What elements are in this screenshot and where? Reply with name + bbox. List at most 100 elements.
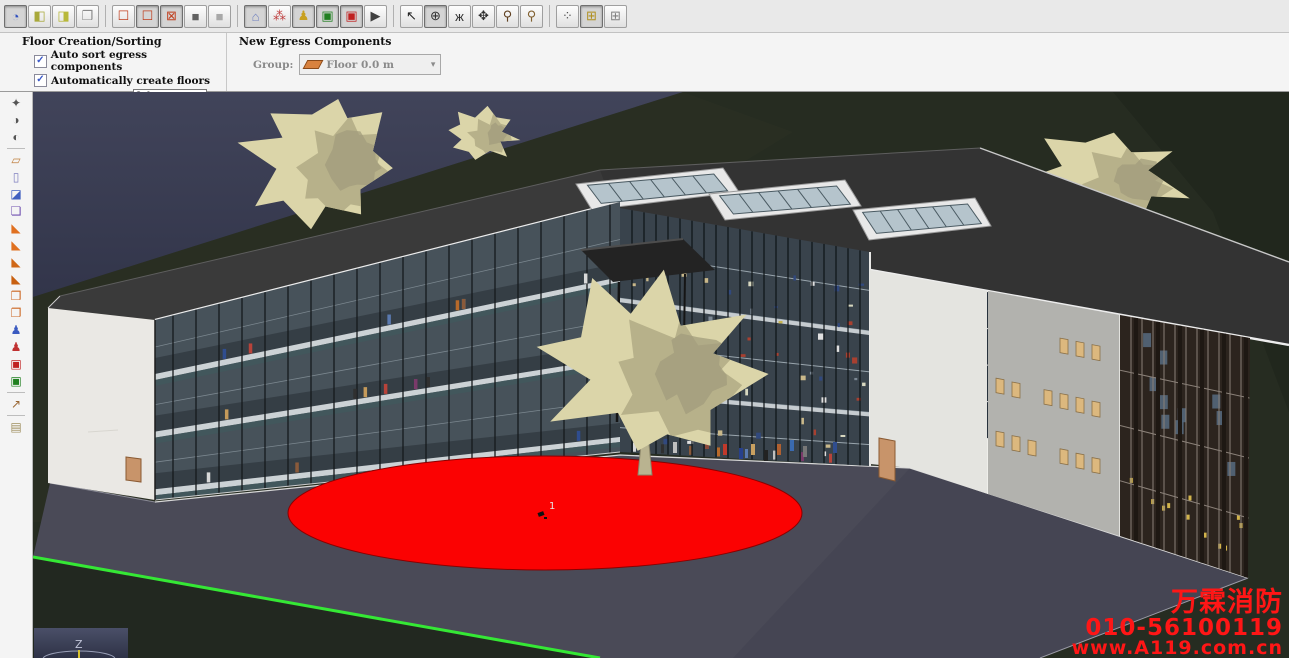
cube-front-view-button[interactable]: ◨ xyxy=(52,5,75,28)
move-points-button[interactable]: ⁘ xyxy=(556,5,579,28)
orbit-view-button[interactable]: ◑ xyxy=(6,112,26,128)
pan-view-icon: ◐ xyxy=(12,131,19,143)
snap-grid-button[interactable]: ⊞ xyxy=(580,5,603,28)
rectangle-room-tool-button[interactable]: ▯ xyxy=(6,169,26,185)
toolbar-divider xyxy=(105,5,106,27)
left-toolbar: ✦ ◑ ◐ ▱ ▯ ◪ ❏ ◣ ◣ ◣ ◣ ❒ ❐ ♟ ♟ ▣ ▣ ↗ ▤ xyxy=(0,92,33,658)
cube-x-button[interactable]: ⊠ xyxy=(160,5,183,28)
grid-icon: ⊞ xyxy=(610,8,621,24)
zoom-tool-button[interactable]: ⚲ xyxy=(496,5,519,28)
cube-side-view-button[interactable]: ❒ xyxy=(76,5,99,28)
cube-top-view-button[interactable]: ◧ xyxy=(28,5,51,28)
checkbox-checked-icon[interactable]: ✓ xyxy=(34,55,47,68)
auto-sort-checkbox[interactable]: ✓ Auto sort egress components xyxy=(34,49,218,73)
toolbar-group: ↖⊕ж✥⚲⚲ xyxy=(400,5,543,28)
floor-panel-title: Floor Creation/Sorting xyxy=(22,35,218,48)
show-occupants-button[interactable]: ♟ xyxy=(292,5,315,28)
wireframe-cube-alt-button[interactable]: ☐ xyxy=(136,5,159,28)
stairs-tool-icon: ◣ xyxy=(11,222,20,234)
nav-compass-icon: ✦ xyxy=(11,97,21,109)
reset-view-button[interactable]: ◔ xyxy=(4,5,27,28)
toolbar-group: ⁘ ⊞ ⊞ xyxy=(556,5,627,28)
wireframe-cube-icon: ☐ xyxy=(118,8,130,24)
solid-cube-dark-icon: ■ xyxy=(192,9,200,24)
show-exit-red-button[interactable]: ▣ xyxy=(340,5,363,28)
escalator-tool-icon: ◣ xyxy=(11,273,20,285)
show-geometry-icon: ⌂ xyxy=(252,9,260,24)
show-spheres-icon: ⁂ xyxy=(273,8,286,24)
watermark-brand: 万霖消防 xyxy=(1171,587,1283,618)
pan-tool-button[interactable]: ✥ xyxy=(472,5,495,28)
checkbox-checked-icon[interactable]: ✓ xyxy=(34,74,47,87)
solid-cube-light-button[interactable]: ■ xyxy=(208,5,231,28)
select-arrow-icon: ↖ xyxy=(406,8,417,24)
orbit-tool-button[interactable]: ⊕ xyxy=(424,5,447,28)
add-occupant-tool-button[interactable]: ♟ xyxy=(6,322,26,338)
toolbar-divider xyxy=(7,148,25,149)
solid-cube-dark-button[interactable]: ■ xyxy=(184,5,207,28)
door-tool-button[interactable]: ❒ xyxy=(6,288,26,304)
show-geometry-button[interactable]: ⌂ xyxy=(244,5,267,28)
rectangle-room-tool-icon: ▯ xyxy=(13,171,20,183)
selection-point-label: 1 xyxy=(549,501,555,512)
camera-button[interactable]: ▶ xyxy=(364,5,387,28)
measure-tool-button[interactable]: ▤ xyxy=(6,419,26,435)
wireframe-cube-alt-icon: ☐ xyxy=(142,8,154,24)
show-occupants-icon: ♟ xyxy=(298,8,310,24)
polygon-room-tool-button[interactable]: ▱ xyxy=(6,152,26,168)
floor-icon xyxy=(303,60,324,69)
exit-red-tool-button[interactable]: ▣ xyxy=(6,356,26,372)
toolbar-divider xyxy=(237,5,238,27)
stairs-tool-button[interactable]: ◣ xyxy=(6,220,26,236)
cube-x-icon: ⊠ xyxy=(166,8,177,24)
watermark-url: www.A119.com.cn xyxy=(1072,637,1283,658)
box-obstruction-tool-icon: ❏ xyxy=(11,205,22,217)
group-dropdown[interactable]: Floor 0.0 m ▾ xyxy=(299,54,441,75)
new-egress-panel: New Egress Components Group: Floor 0.0 m… xyxy=(226,33,1289,91)
thin-room-tool-icon: ◪ xyxy=(10,188,21,200)
ribbon: Floor Creation/Sorting ✓ Auto sort egres… xyxy=(0,33,1289,92)
orbit-tool-icon: ⊕ xyxy=(430,8,441,24)
exit-red-tool-icon: ▣ xyxy=(10,358,21,370)
scene-canvas[interactable]: 1 Z 万霖消防 010-56100119 www.A119.com.cn xyxy=(33,92,1289,658)
cube-front-view-icon: ◨ xyxy=(57,8,69,24)
exit-green-tool-icon: ▣ xyxy=(10,375,21,387)
escalator-tool-button[interactable]: ◣ xyxy=(6,271,26,287)
thin-room-tool-button[interactable]: ◪ xyxy=(6,186,26,202)
zoom-region-tool-button[interactable]: ⚲ xyxy=(520,5,543,28)
extract-tool-icon: ↗ xyxy=(11,398,21,410)
pan-view-button[interactable]: ◐ xyxy=(6,129,26,145)
toolbar-divider xyxy=(7,392,25,393)
wireframe-cube-button[interactable]: ☐ xyxy=(112,5,135,28)
exit-green-tool-button[interactable]: ▣ xyxy=(6,373,26,389)
occupant-distribution-circle[interactable] xyxy=(288,456,802,570)
top-toolbar: ◔◧◨❒☐☐⊠■■⌂⁂♟▣▣▶↖⊕ж✥⚲⚲⁘⊞⊞ xyxy=(0,0,1289,33)
gizmo-z-label: Z xyxy=(75,638,83,651)
add-occupant-group-tool-button[interactable]: ♟ xyxy=(6,339,26,355)
walk-tool-button[interactable]: ж xyxy=(448,5,471,28)
box-obstruction-tool-button[interactable]: ❏ xyxy=(6,203,26,219)
view-axis-gizmo[interactable]: Z xyxy=(34,628,128,658)
auto-create-floors-checkbox[interactable]: ✓ Automatically create floors xyxy=(34,74,218,87)
move-points-icon: ⁘ xyxy=(562,8,573,24)
viewport-3d[interactable]: 1 Z 万霖消防 010-56100119 www.A119.com.cn xyxy=(33,92,1289,658)
cube-side-view-icon: ❒ xyxy=(82,8,94,24)
elevator-tool-button[interactable]: ❐ xyxy=(6,305,26,321)
add-occupant-tool-icon: ♟ xyxy=(11,324,22,336)
group-row: Group: Floor 0.0 m ▾ xyxy=(253,54,1281,75)
grid-button[interactable]: ⊞ xyxy=(604,5,627,28)
ramp-tool-button[interactable]: ◣ xyxy=(6,254,26,270)
toolbar-group: ◔◧ ◨ ❒ xyxy=(4,5,99,28)
toolbar-group: ⌂⁂♟▣▣▶ xyxy=(244,5,387,28)
elevator-tool-icon: ❐ xyxy=(11,307,22,319)
stairs-landing-tool-icon: ◣ xyxy=(11,239,20,251)
stairs-landing-tool-button[interactable]: ◣ xyxy=(6,237,26,253)
main-area: ✦ ◑ ◐ ▱ ▯ ◪ ❏ ◣ ◣ ◣ ◣ ❒ ❐ ♟ ♟ ▣ ▣ ↗ ▤ xyxy=(0,92,1289,658)
extract-tool-button[interactable]: ↗ xyxy=(6,396,26,412)
select-arrow-button[interactable]: ↖ xyxy=(400,5,423,28)
toolbar-divider xyxy=(393,5,394,27)
show-exit-green-button[interactable]: ▣ xyxy=(316,5,339,28)
nav-compass-button[interactable]: ✦ xyxy=(6,95,26,111)
toolbar-divider xyxy=(549,5,550,27)
show-spheres-button[interactable]: ⁂ xyxy=(268,5,291,28)
